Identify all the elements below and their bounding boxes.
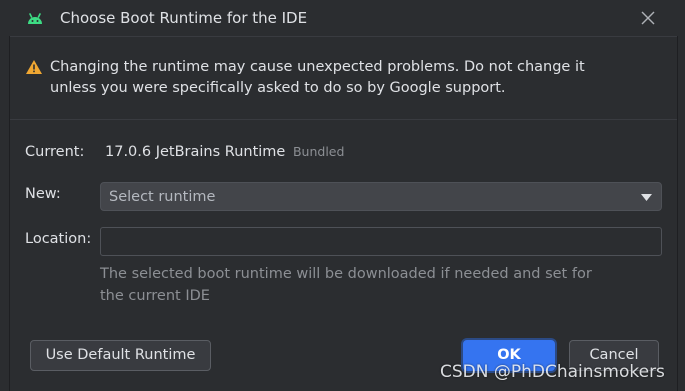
bundled-badge: Bundled [292,144,345,159]
warning-banner: Changing the runtime may cause unexpecte… [10,36,677,120]
frame-border-right [677,36,678,391]
android-icon [28,13,42,24]
watermark-text: CSDN @PhDChainsmokers [440,362,665,382]
chevron-down-icon [641,194,652,201]
warning-icon [26,60,42,74]
new-label: New: [25,186,61,202]
current-label: Current: [25,144,85,160]
current-runtime-value: 17.0.6 JetBrains Runtime [105,144,286,160]
current-runtime: 17.0.6 JetBrains Runtime Bundled [105,144,344,160]
boot-runtime-dialog: Choose Boot Runtime for the IDE Changing… [0,0,685,391]
download-hint: The selected boot runtime will be downlo… [100,266,592,304]
runtime-select[interactable]: Select runtime [100,182,662,211]
warning-text: Changing the runtime may cause unexpecte… [50,59,585,96]
runtime-select-value: Select runtime [109,189,216,205]
use-default-runtime-button[interactable]: Use Default Runtime [30,340,211,371]
location-field[interactable] [100,227,662,256]
dialog-title: Choose Boot Runtime for the IDE [60,9,308,27]
location-label: Location: [25,231,92,247]
close-icon[interactable] [639,9,657,27]
title-bar: Choose Boot Runtime for the IDE [0,0,685,36]
